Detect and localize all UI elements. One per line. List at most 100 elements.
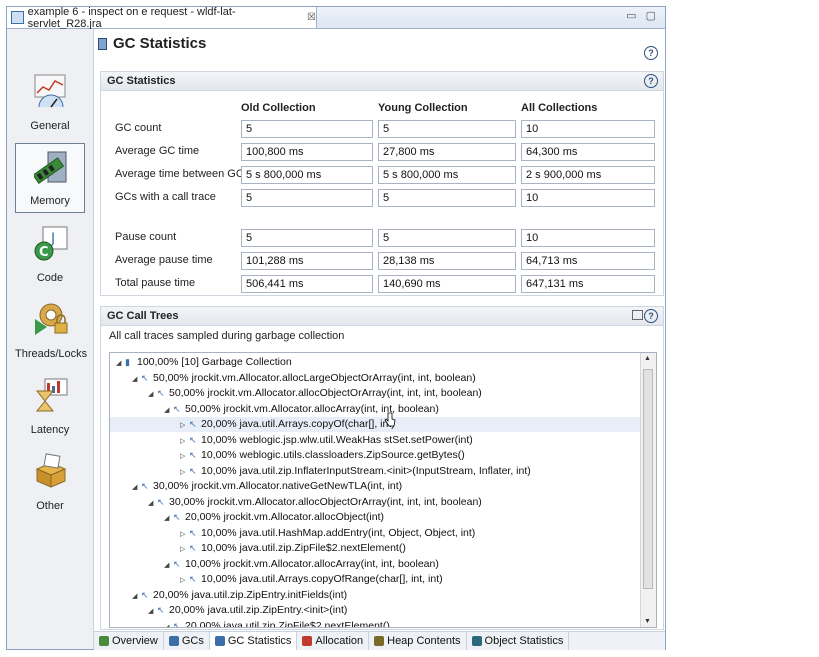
tree-row[interactable]: ▷ ↖ 10,00% java.util.zip.ZipFile$2.nextEle… <box>110 541 656 557</box>
method-icon: ↖ <box>189 543 197 553</box>
expanded-arrow-icon[interactable]: ◢ <box>148 387 157 402</box>
total-pause-time-old-field[interactable]: 506,441 ms <box>241 275 373 293</box>
method-icon: ↖ <box>173 512 181 522</box>
sidebar-item-threads-locks[interactable]: Threads/Locks <box>15 295 87 365</box>
tree-row[interactable]: ◢ ↖ 20,00% jrockit.vm.Allocator.allocObjec… <box>110 510 656 526</box>
tree-row-label: 20,00% java.util.zip.ZipFile$2.nextEleme… <box>185 619 390 628</box>
row-label-pause-count: Pause count <box>115 231 177 243</box>
scroll-down-icon[interactable]: ▼ <box>644 618 651 625</box>
object-statistics-icon <box>471 636 482 646</box>
tree-row[interactable]: ◢ ↖ 20,00% java.util.zip.ZipEntry.initFiel… <box>110 588 656 604</box>
help-icon[interactable]: ? <box>644 46 658 60</box>
average-pause-time-old-field[interactable]: 101,288 ms <box>241 252 373 270</box>
row-label-average-gc-time: Average GC time <box>115 145 200 157</box>
average-time-between-gc-old-field[interactable]: 5 s 800,000 ms <box>241 166 373 184</box>
method-icon: ↖ <box>173 620 181 628</box>
tab-allocation[interactable]: Allocation <box>297 632 370 650</box>
gc-count-old-field[interactable]: 5 <box>241 120 373 138</box>
tree-row[interactable]: ◢ ↖ 50,00% jrockit.vm.Allocator.allocLarge… <box>110 371 656 387</box>
tree-row[interactable]: ◢ ↖ 30,00% jrockit.vm.Allocator.allocObjec… <box>110 495 656 511</box>
tree-row[interactable]: ◢ ↖ 10,00% jrockit.vm.Allocator.allocArray… <box>110 557 656 573</box>
gcs-with-call-trace-young-field[interactable]: 5 <box>378 189 516 207</box>
sidebar: General Memory J C Code Threads/Locks La… <box>7 29 94 649</box>
total-pause-time-all-field[interactable]: 647,131 ms <box>521 275 655 293</box>
tree-row[interactable]: ◢ ▮ 100,00% [10] Garbage Collection <box>110 355 646 370</box>
expanded-arrow-icon[interactable]: ◢ <box>164 620 173 628</box>
scroll-up-icon[interactable]: ▲ <box>644 355 651 362</box>
average-time-between-gc-young-field[interactable]: 5 s 800,000 ms <box>378 166 516 184</box>
expanded-arrow-icon[interactable]: ◢ <box>132 480 141 495</box>
tree-row[interactable]: ◢ ↖ 30,00% jrockit.vm.Allocator.nativeGetN… <box>110 479 656 495</box>
expanded-arrow-icon[interactable]: ◢ <box>148 496 157 511</box>
sidebar-item-latency[interactable]: Latency <box>15 371 85 441</box>
column-header-young: Young Collection <box>378 102 468 114</box>
call-trees-description: All call traces sampled during garbage c… <box>109 330 345 342</box>
view-menu-icon[interactable] <box>632 310 643 320</box>
close-tab-icon[interactable]: ☒ <box>307 12 316 23</box>
expanded-arrow-icon[interactable]: ◢ <box>132 589 141 604</box>
tab-gcs[interactable]: GCs <box>164 632 210 650</box>
tab-object-statistics[interactable]: Object Statistics <box>467 632 570 650</box>
gcs-with-call-trace-old-field[interactable]: 5 <box>241 189 373 207</box>
sidebar-item-label: Memory <box>30 195 70 207</box>
tree-row[interactable]: ◢ ↖ 50,00% jrockit.vm.Allocator.allocObjec… <box>110 386 656 402</box>
tree-row[interactable]: ◢ ↖ 20,00% java.util.zip.ZipFile$2.nextEle… <box>110 619 656 628</box>
collapsed-arrow-icon[interactable]: ▷ <box>180 527 189 542</box>
tab-label: GCs <box>181 634 204 647</box>
tree-row[interactable]: ▷ ↖ 10,00% weblogic.utils.classloaders.Zip… <box>110 448 656 464</box>
minimize-maximize-icon[interactable]: ▭ ▢ <box>626 9 659 22</box>
average-gc-time-young-field[interactable]: 27,800 ms <box>378 143 516 161</box>
tree-row-label: 50,00% jrockit.vm.Allocator.allocLargeOb… <box>153 371 476 384</box>
average-pause-time-all-field[interactable]: 64,713 ms <box>521 252 655 270</box>
pause-count-old-field[interactable]: 5 <box>241 229 373 247</box>
method-icon: ↖ <box>189 419 197 429</box>
expanded-arrow-icon[interactable]: ◢ <box>164 558 173 573</box>
tree-scrollbar[interactable]: ▲ ▼ <box>640 353 656 627</box>
sidebar-item-label: Other <box>36 500 64 512</box>
gc-statistics-bin-icon <box>214 636 225 646</box>
expanded-arrow-icon[interactable]: ◢ <box>116 356 125 371</box>
tab-gc-statistics[interactable]: GC Statistics <box>209 632 298 650</box>
call-tree[interactable]: ◢ ▮ 100,00% [10] Garbage Collection ◢ ↖ 50,00… <box>109 352 657 628</box>
collapsed-arrow-icon[interactable]: ▷ <box>180 573 189 588</box>
average-time-between-gc-all-field[interactable]: 2 s 900,000 ms <box>521 166 655 184</box>
method-icon: ↖ <box>141 372 149 383</box>
expanded-arrow-icon[interactable]: ◢ <box>164 403 173 418</box>
hand-cursor-icon <box>384 412 396 427</box>
expanded-arrow-icon[interactable]: ◢ <box>132 372 141 387</box>
page-title: GC Statistics <box>98 35 206 52</box>
collapsed-arrow-icon[interactable]: ▷ <box>180 542 189 557</box>
total-pause-time-young-field[interactable]: 140,690 ms <box>378 275 516 293</box>
gc-count-young-field[interactable]: 5 <box>378 120 516 138</box>
tree-row-label: 10,00% java.util.HashMap.addEntry(int, O… <box>201 526 476 539</box>
collapsed-arrow-icon[interactable]: ▷ <box>180 449 189 464</box>
pause-count-all-field[interactable]: 10 <box>521 229 655 247</box>
svg-text:C: C <box>39 245 49 260</box>
tree-row[interactable]: ▷ ↖ 10,00% java.util.HashMap.addEntry(int,… <box>110 526 656 542</box>
tree-row[interactable]: ▷ ↖ 10,00% java.util.zip.InflaterInputStre… <box>110 464 656 480</box>
sidebar-item-code[interactable]: J C Code <box>15 219 85 289</box>
collapsed-arrow-icon[interactable]: ▷ <box>180 465 189 480</box>
average-gc-time-all-field[interactable]: 64,300 ms <box>521 143 655 161</box>
pause-count-young-field[interactable]: 5 <box>378 229 516 247</box>
sidebar-item-other[interactable]: Other <box>15 447 85 517</box>
tab-heap-contents[interactable]: Heap Contents <box>369 632 467 650</box>
section-help-icon[interactable]: ? <box>644 309 658 323</box>
sidebar-item-memory[interactable]: Memory <box>15 143 85 213</box>
gcs-with-call-trace-all-field[interactable]: 10 <box>521 189 655 207</box>
gc-count-all-field[interactable]: 10 <box>521 120 655 138</box>
editor-tab[interactable]: example 6 - inspect on e request - wldf-… <box>7 6 317 30</box>
average-pause-time-young-field[interactable]: 28,138 ms <box>378 252 516 270</box>
section-help-icon[interactable]: ? <box>644 74 658 88</box>
collapsed-arrow-icon[interactable]: ▷ <box>180 418 189 433</box>
sidebar-item-general[interactable]: General <box>15 67 85 137</box>
collapsed-arrow-icon[interactable]: ▷ <box>180 434 189 449</box>
expanded-arrow-icon[interactable]: ◢ <box>164 511 173 526</box>
expanded-arrow-icon[interactable]: ◢ <box>148 604 157 619</box>
tree-row[interactable]: ▷ ↖ 10,00% java.util.Arrays.copyOfRange(ch… <box>110 572 656 588</box>
tab-overview[interactable]: Overview <box>94 632 164 650</box>
tree-row[interactable]: ▷ ↖ 10,00% weblogic.jsp.wlw.util.WeakHas s… <box>110 433 656 449</box>
average-gc-time-old-field[interactable]: 100,800 ms <box>241 143 373 161</box>
tree-row[interactable]: ◢ ↖ 20,00% java.util.zip.ZipEntry.<init>(i… <box>110 603 656 619</box>
scrollbar-thumb[interactable] <box>643 369 653 589</box>
